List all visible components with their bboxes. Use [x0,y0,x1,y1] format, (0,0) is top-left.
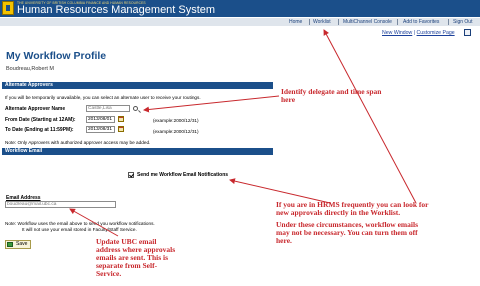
system-title: Human Resources Management System [17,4,216,16]
approver-name-input[interactable]: Castle,Lisa [86,105,130,112]
alternate-approvers-header: Alternate Approvers [2,82,273,89]
approver-name-label: Alternate Approver Name [5,106,66,112]
from-date-input[interactable]: 2013/08/01 [86,116,115,123]
customize-page-link[interactable]: Customize Page [417,30,455,36]
approver-note: Note: Only Approvers with authorized app… [5,140,151,145]
to-date-example: (example:2000/12/31) [153,129,199,134]
to-date-calendar-icon[interactable] [118,126,124,132]
annotation-worklist-line2: new approvals directly in the Worklist. [276,208,401,217]
annotation-email: Update UBC email address where approvals… [96,238,175,278]
help-icon[interactable] [464,29,471,36]
workflow-email-header: Workflow Email [2,148,273,155]
alternate-approvers-intro: If you will be temporarily unavailable, … [5,95,201,100]
annotation-worklist-line5: here. [276,236,292,245]
nav-home[interactable]: Home [289,18,302,26]
nav-add-to-favorites[interactable]: Add to Favorites [403,18,439,26]
to-date-label: To Date (Ending at 11:59PM): [5,127,74,133]
nav-separator [338,19,339,25]
nav-multichannel-console[interactable]: MultiChannel Console [343,18,392,26]
link-separator: | [413,30,416,36]
save-icon [7,242,13,247]
from-date-label: From Date (Starting at 12AM): [5,117,76,123]
user-name: Boudreau,Robert M [6,66,54,72]
page-title: My Workflow Profile [6,50,107,62]
annotation-delegate: Identify delegate and time span here [281,88,385,104]
send-notifications-label: Send me Workflow Email Notifications [137,172,229,178]
from-date-calendar-icon[interactable] [118,116,124,122]
app-header: THE UNIVERSITY OF BRITISH COLUMBIA FINAN… [0,0,480,17]
nav-separator [397,19,398,25]
nav-worklist[interactable]: Worklist [313,18,331,26]
annotation-worklist-line4: may not be necessary. You can turn them … [276,228,418,237]
email-address-input[interactable]: boudreau@mail.ubc.ca [5,201,116,208]
from-date-example: (example:2000/12/31) [153,118,199,123]
arrow-to-worklist [323,29,417,204]
annotation-worklist: If you are in HRMS frequently you can lo… [276,201,428,245]
ubc-crest-icon [2,1,14,15]
email-note-line2: It will not use your email stored in Fac… [22,227,137,232]
annotation-delegate-text: Identify delegate and time span here [281,87,382,104]
nav-sign-out[interactable]: Sign Out [453,18,472,26]
lookup-search-icon[interactable] [133,106,138,111]
send-notifications-checkbox[interactable] [128,172,134,178]
to-date-input[interactable]: 2013/08/31 [86,126,115,133]
page-toolbar-links: New Window | Customize Page [382,30,455,36]
annotation-email-line5: Service. [96,269,122,278]
top-nav: Home Worklist MultiChannel Console Add t… [0,18,480,26]
email-note-line1: Note: Workflow uses the email above to s… [5,221,155,226]
nav-separator [448,19,449,25]
new-window-link[interactable]: New Window [382,30,412,36]
nav-separator [309,19,310,25]
